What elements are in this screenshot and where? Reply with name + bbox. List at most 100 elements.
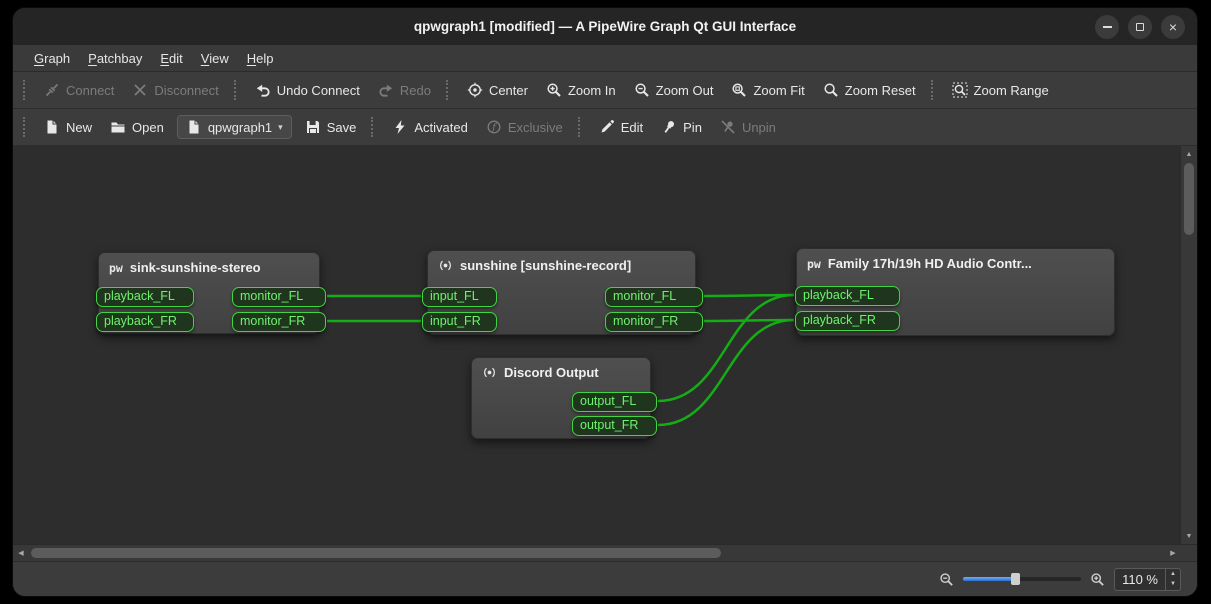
port-input-playback_FL[interactable]: playback_FL: [795, 286, 900, 306]
connect-button[interactable]: Connect: [36, 77, 122, 103]
cable-discord-outputFR-to-family-playbackFR[interactable]: [658, 320, 794, 425]
port-output-monitor_FR[interactable]: monitor_FR: [232, 312, 326, 332]
toolbar-handle[interactable]: [23, 80, 27, 100]
scroll-up-button[interactable]: ▲: [1181, 146, 1197, 162]
close-icon: ×: [1169, 20, 1177, 34]
patchbay-combo[interactable]: qpwgraph1 ▾: [177, 115, 292, 139]
zoom-range-icon: [952, 82, 968, 98]
menu-edit[interactable]: Edit: [151, 48, 191, 69]
port-input-input_FR[interactable]: input_FR: [422, 312, 497, 332]
scroll-down-button[interactable]: ▼: [1181, 528, 1197, 544]
port-input-playback_FR[interactable]: playback_FR: [96, 312, 194, 332]
redo-icon: [378, 82, 394, 98]
cable-layer: [13, 146, 1180, 541]
svg-text:f: f: [491, 122, 497, 133]
zoom-spin-arrows: ▲ ▼: [1165, 569, 1180, 590]
zoom-reset-icon: [823, 82, 839, 98]
patchbay-combo-value: qpwgraph1: [208, 120, 272, 135]
horizontal-scrollbar[interactable]: ◀ ▶: [13, 544, 1197, 561]
pipewire-icon: pw: [807, 257, 821, 271]
menu-help[interactable]: Help: [238, 48, 283, 69]
menu-bar: Graph Patchbay Edit View Help: [13, 45, 1197, 72]
zoom-out-button[interactable]: Zoom Out: [626, 77, 722, 103]
toolbar-patchbay: New Open qpwgraph1 ▾ Save Activated f Ex…: [13, 109, 1197, 146]
toolbar-handle[interactable]: [371, 117, 375, 137]
scrollbar-corner: [1181, 545, 1197, 561]
open-button[interactable]: Open: [102, 114, 172, 140]
zoom-out-small-icon[interactable]: [939, 572, 954, 587]
node-discord-output[interactable]: Discord Output output_FL output_FR: [471, 357, 651, 439]
patchbay-file-icon: [186, 119, 202, 135]
toolbar-handle[interactable]: [931, 80, 935, 100]
toolbar-handle[interactable]: [23, 117, 27, 137]
zoom-slider[interactable]: [963, 571, 1081, 587]
new-button[interactable]: New: [36, 114, 100, 140]
port-input-input_FL[interactable]: input_FL: [422, 287, 497, 307]
zoom-slider-handle[interactable]: [1011, 573, 1020, 585]
menu-view[interactable]: View: [192, 48, 238, 69]
zoom-value[interactable]: 110 %: [1115, 569, 1165, 590]
pin-button[interactable]: Pin: [653, 114, 710, 140]
port-output-monitor_FR[interactable]: monitor_FR: [605, 312, 703, 332]
pencil-icon: [599, 119, 615, 135]
menu-patchbay[interactable]: Patchbay: [79, 48, 151, 69]
zoom-slider-fill: [963, 577, 1015, 581]
canvas-row: pw sink-sunshine-stereo playback_FL play…: [13, 146, 1197, 544]
center-button[interactable]: Center: [459, 77, 536, 103]
scroll-right-button[interactable]: ▶: [1165, 545, 1181, 561]
port-input-playback_FL[interactable]: playback_FL: [96, 287, 194, 307]
zoom-in-small-icon[interactable]: [1090, 572, 1105, 587]
close-button[interactable]: ×: [1161, 15, 1185, 39]
menu-graph[interactable]: Graph: [25, 48, 79, 69]
zoom-reset-button[interactable]: Zoom Reset: [815, 77, 924, 103]
window-title: qpwgraph1 [modified] — A PipeWire Graph …: [414, 19, 796, 34]
maximize-button[interactable]: [1128, 15, 1152, 39]
new-file-icon: [44, 119, 60, 135]
spin-up-button[interactable]: ▲: [1166, 569, 1180, 580]
chevron-down-icon: ▾: [278, 122, 283, 133]
toolbar-handle[interactable]: [234, 80, 238, 100]
connect-icon: [44, 82, 60, 98]
monitor-icon: [482, 365, 497, 380]
activated-toggle[interactable]: Activated: [384, 114, 475, 140]
toolbar-handle[interactable]: [446, 80, 450, 100]
node-sunshine[interactable]: sunshine [sunshine-record] input_FL inpu…: [427, 250, 696, 335]
redo-button[interactable]: Redo: [370, 77, 439, 103]
disconnect-button[interactable]: Disconnect: [124, 77, 226, 103]
scroll-left-button[interactable]: ◀: [13, 545, 29, 561]
port-output-output_FR[interactable]: output_FR: [572, 416, 657, 436]
zoom-in-button[interactable]: Zoom In: [538, 77, 624, 103]
monitor-icon: [438, 258, 453, 273]
node-family-hd-audio[interactable]: pw Family 17h/19h HD Audio Contr... play…: [796, 248, 1115, 336]
horizontal-scroll-track[interactable]: [29, 545, 1165, 561]
port-input-playback_FR[interactable]: playback_FR: [795, 311, 900, 331]
pipewire-icon: pw: [109, 261, 123, 275]
port-output-monitor_FL[interactable]: monitor_FL: [605, 287, 703, 307]
zoom-fit-icon: [731, 82, 747, 98]
maximize-icon: [1136, 23, 1144, 31]
toolbar-handle[interactable]: [578, 117, 582, 137]
vertical-scroll-thumb[interactable]: [1184, 163, 1194, 235]
horizontal-scroll-thumb[interactable]: [31, 548, 721, 558]
status-bar: 110 % ▲ ▼: [13, 561, 1197, 596]
vertical-scrollbar[interactable]: ▲ ▼: [1180, 146, 1197, 544]
zoom-slider-track: [1015, 577, 1081, 581]
title-bar[interactable]: qpwgraph1 [modified] — A PipeWire Graph …: [13, 8, 1197, 45]
zoom-fit-button[interactable]: Zoom Fit: [723, 77, 812, 103]
undo-connect-button[interactable]: Undo Connect: [247, 77, 368, 103]
node-sink-sunshine-stereo[interactable]: pw sink-sunshine-stereo playback_FL play…: [98, 252, 320, 334]
zoom-range-button[interactable]: Zoom Range: [944, 77, 1057, 103]
exclusive-toggle[interactable]: f Exclusive: [478, 114, 571, 140]
port-output-monitor_FL[interactable]: monitor_FL: [232, 287, 326, 307]
port-output-output_FL[interactable]: output_FL: [572, 392, 657, 412]
spin-down-button[interactable]: ▼: [1166, 579, 1180, 590]
graph-canvas[interactable]: pw sink-sunshine-stereo playback_FL play…: [13, 146, 1180, 544]
zoom-out-icon: [634, 82, 650, 98]
node-title: sunshine [sunshine-record]: [460, 258, 631, 273]
zoom-spinbox[interactable]: 110 % ▲ ▼: [1114, 568, 1181, 591]
save-button[interactable]: Save: [297, 114, 365, 140]
unpin-button[interactable]: Unpin: [712, 114, 784, 140]
zoom-in-icon: [546, 82, 562, 98]
minimize-button[interactable]: [1095, 15, 1119, 39]
edit-toggle[interactable]: Edit: [591, 114, 651, 140]
